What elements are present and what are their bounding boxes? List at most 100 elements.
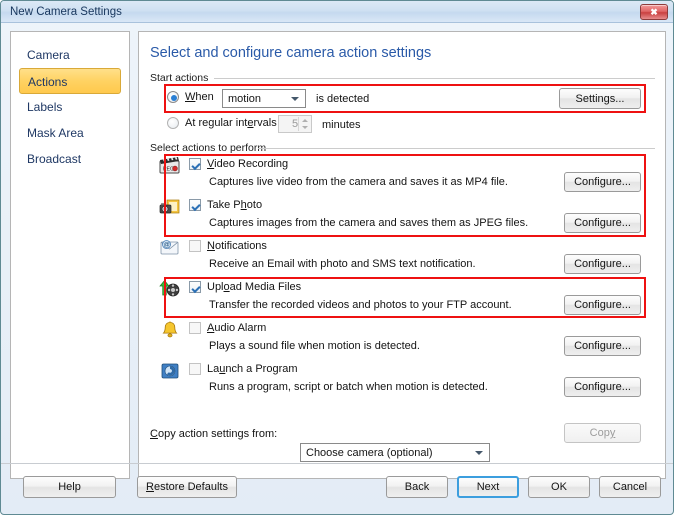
- footer: Help Restore Defaults Back Next OK Cance…: [1, 464, 674, 515]
- clapperboard-rec-icon: REC: [159, 156, 181, 176]
- copy-button-text: Cop: [590, 427, 610, 439]
- checkbox-audio-alarm[interactable]: [189, 322, 201, 334]
- actions-group-rule: [258, 148, 655, 149]
- sidebar-item-mask-area[interactable]: Mask Area: [19, 120, 121, 146]
- start-actions-group-label: Start actions: [150, 72, 213, 84]
- new-camera-settings-dialog: New Camera Settings ✖ Camera Actions Lab…: [0, 0, 674, 515]
- sidebar-item-labels[interactable]: Labels: [19, 94, 121, 120]
- svg-text:REC: REC: [163, 167, 174, 173]
- video-recording-rest: ideo Recording: [214, 158, 288, 170]
- notifications-accel: N: [207, 240, 215, 252]
- configure-button-audio-alarm[interactable]: Configure...: [564, 336, 641, 356]
- configure-button-launch-a-program[interactable]: Configure...: [564, 377, 641, 397]
- launch-post: nch a Program: [225, 363, 297, 375]
- upload-film-icon: [159, 279, 181, 299]
- restore-defaults-label: Restore Defaults: [146, 481, 228, 493]
- when-rest: hen: [195, 91, 213, 103]
- interval-minutes-stepper[interactable]: 5: [278, 115, 312, 133]
- configure-button-video-recording[interactable]: Configure...: [564, 172, 641, 192]
- action-row-take-photo: Take Photo: [189, 199, 262, 211]
- when-accel: W: [185, 91, 195, 103]
- start-actions-rule: [214, 78, 655, 79]
- checkbox-take-photo[interactable]: [189, 199, 201, 211]
- configure-label-notifications: Configure...: [574, 258, 631, 270]
- stepper-up-icon[interactable]: [302, 119, 308, 122]
- copy-button-label: Copy: [590, 427, 616, 439]
- configure-button-upload-media-files[interactable]: Configure...: [564, 295, 641, 315]
- copy-settings-label: Copy action settings from:: [150, 428, 277, 440]
- configure-label-take-photo: Configure...: [574, 217, 631, 229]
- notifications-rest: otifications: [215, 240, 267, 252]
- settings-button-label: Settings...: [576, 93, 625, 105]
- close-icon[interactable]: ✖: [640, 4, 668, 20]
- back-button[interactable]: Back: [386, 476, 448, 498]
- action-row-video-recording: Video Recording: [189, 158, 288, 170]
- action-desc-upload-media-files: Transfer the recorded videos and photos …: [209, 299, 512, 311]
- action-title-launch-a-program: Launch a Program: [207, 363, 298, 375]
- checkbox-video-recording[interactable]: [189, 158, 201, 170]
- dialog-body: Camera Actions Labels Mask Area Broadcas…: [1, 23, 673, 493]
- copy-settings-rest: opy action settings from:: [158, 428, 277, 440]
- ok-button-label: OK: [551, 481, 567, 493]
- audio-alarm-rest: udio Alarm: [214, 322, 266, 334]
- upload-post: ad Media Files: [230, 281, 302, 293]
- configure-button-take-photo[interactable]: Configure...: [564, 213, 641, 233]
- restore-defaults-button[interactable]: Restore Defaults: [137, 476, 237, 498]
- next-button-label: Next: [477, 481, 500, 493]
- checkbox-notifications[interactable]: [189, 240, 201, 252]
- sidebar-item-broadcast[interactable]: Broadcast: [19, 146, 121, 172]
- copy-button-accel: y: [610, 427, 616, 439]
- configure-button-notifications[interactable]: Configure...: [564, 254, 641, 274]
- action-title-notifications: Notifications: [207, 240, 267, 252]
- action-title-take-photo: Take Photo: [207, 199, 262, 211]
- chevron-down-icon-copy: [475, 451, 483, 455]
- help-button[interactable]: Help: [23, 476, 116, 498]
- when-label: When: [185, 91, 214, 103]
- trigger-when-row: When: [167, 91, 214, 103]
- action-row-launch-a-program: Launch a Program: [189, 363, 298, 375]
- window-title: New Camera Settings: [10, 6, 122, 18]
- take-photo-post: oto: [247, 199, 262, 211]
- email-at-icon: @: [159, 238, 181, 258]
- action-row-audio-alarm: Audio Alarm: [189, 322, 266, 334]
- next-button[interactable]: Next: [457, 476, 519, 498]
- bell-icon: [159, 320, 181, 340]
- action-row-upload-media-files: Upload Media Files: [189, 281, 301, 293]
- take-photo-pre: Take P: [207, 199, 241, 211]
- copy-source-camera-value: Choose camera (optional): [306, 447, 433, 459]
- page-title: Select and configure camera action setti…: [150, 45, 431, 61]
- sidebar-item-camera[interactable]: Camera: [19, 42, 121, 68]
- title-bar: New Camera Settings ✖: [1, 1, 673, 23]
- actions-group-label: Select actions to perform: [150, 142, 271, 154]
- content-panel: Select and configure camera action setti…: [138, 31, 666, 479]
- configure-label-launch-a-program: Configure...: [574, 381, 631, 393]
- action-desc-take-photo: Captures images from the camera and save…: [209, 217, 528, 229]
- copy-source-camera-select[interactable]: Choose camera (optional): [300, 443, 490, 462]
- checkbox-upload-media-files[interactable]: [189, 281, 201, 293]
- action-desc-video-recording: Captures live video from the camera and …: [209, 176, 508, 188]
- trigger-interval-row: At regular intervals of: [167, 117, 289, 129]
- action-row-notifications: Notifications: [189, 240, 267, 252]
- ok-button[interactable]: OK: [528, 476, 590, 498]
- checkbox-launch-a-program[interactable]: [189, 363, 201, 375]
- copy-settings-accel: C: [150, 428, 158, 440]
- configure-label-audio-alarm: Configure...: [574, 340, 631, 352]
- action-title-audio-alarm: Audio Alarm: [207, 322, 266, 334]
- upload-pre: Upl: [207, 281, 224, 293]
- interval-label-a: At regular int: [185, 117, 247, 129]
- radio-when-motion[interactable]: [167, 91, 179, 103]
- copy-button[interactable]: Copy: [564, 423, 641, 443]
- stepper-down-icon[interactable]: [302, 126, 308, 129]
- trigger-type-value: motion: [228, 93, 261, 105]
- cancel-button[interactable]: Cancel: [599, 476, 661, 498]
- trigger-type-select[interactable]: motion: [222, 89, 306, 108]
- chevron-down-icon: [291, 97, 299, 101]
- sidebar: Camera Actions Labels Mask Area Broadcas…: [10, 31, 130, 479]
- action-desc-audio-alarm: Plays a sound file when motion is detect…: [209, 340, 420, 352]
- settings-button[interactable]: Settings...: [559, 88, 641, 109]
- restore-accel: R: [146, 481, 154, 493]
- stepper-arrows[interactable]: [298, 117, 310, 131]
- action-title-upload-media-files: Upload Media Files: [207, 281, 301, 293]
- radio-regular-intervals[interactable]: [167, 117, 179, 129]
- sidebar-item-actions[interactable]: Actions: [19, 68, 121, 94]
